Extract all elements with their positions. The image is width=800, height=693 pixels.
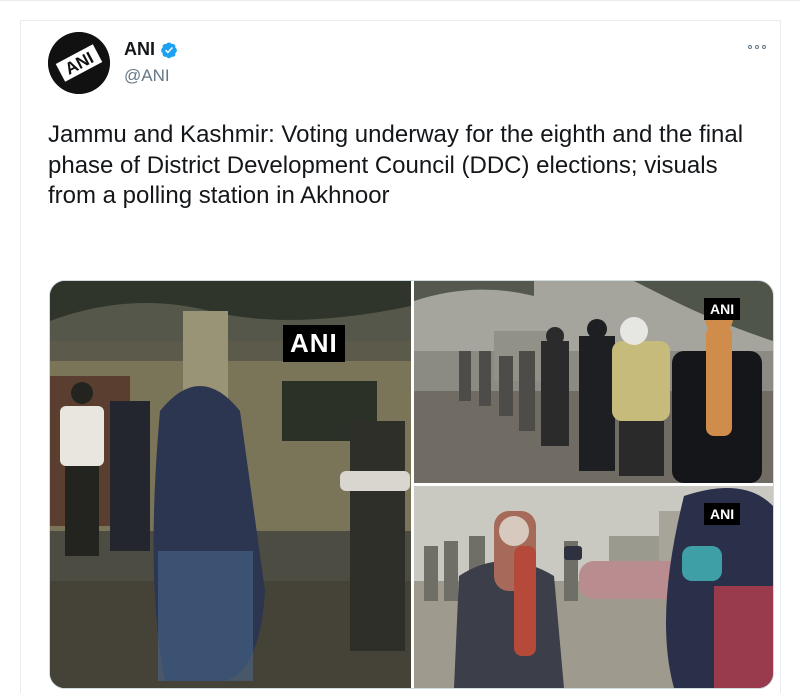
author-row: ANI <box>124 39 178 60</box>
author-name[interactable]: ANI <box>124 39 155 60</box>
ani-logo: ANI <box>48 32 110 94</box>
media-grid: ANI ANI ANI <box>49 280 774 689</box>
photo-thermal-screening[interactable]: ANI <box>414 486 773 688</box>
ani-watermark: ANI <box>283 325 345 362</box>
verified-badge-icon <box>161 42 177 58</box>
photo-polling-station[interactable]: ANI <box>50 281 411 688</box>
photo-voter-queue[interactable]: ANI <box>414 281 773 483</box>
more-options-icon[interactable] <box>744 39 770 55</box>
avatar[interactable]: ANI <box>48 32 110 94</box>
photo-scene <box>50 281 411 688</box>
tweet-text: Jammu and Kashmir: Voting underway for t… <box>48 121 744 209</box>
ani-watermark: ANI <box>704 298 741 320</box>
ani-watermark: ANI <box>704 503 741 525</box>
author-handle[interactable]: @ANI <box>124 66 170 86</box>
tweet-card[interactable]: ANI ANI @ANI Jammu and Kashmir: Voting u… <box>20 20 781 693</box>
top-divider <box>0 0 800 1</box>
